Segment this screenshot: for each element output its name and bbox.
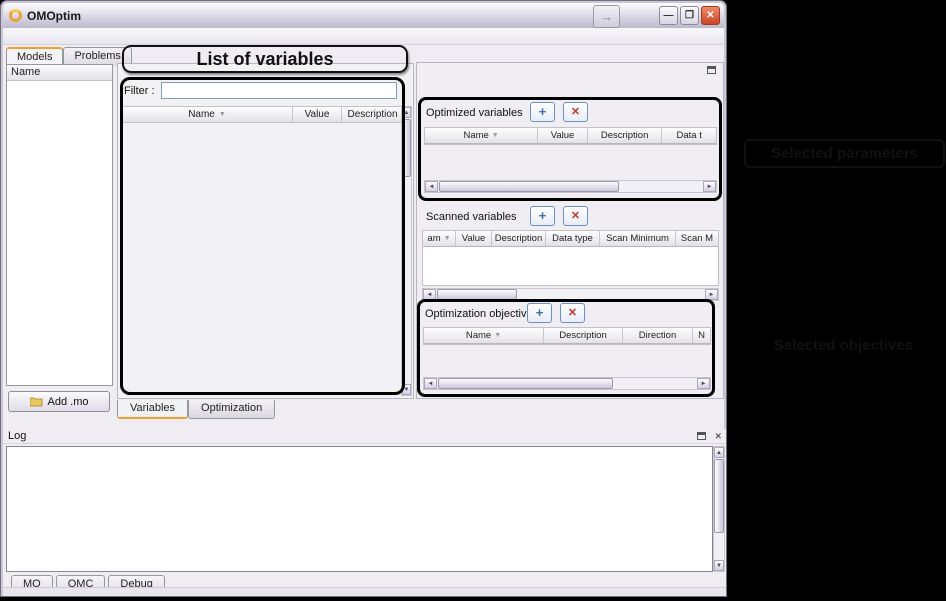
log-panel: Log ✕ ▲ ▼ MO OMC Debug [3, 429, 726, 587]
col-header-direction[interactable]: Direction [623, 328, 693, 343]
scroll-thumb[interactable] [402, 119, 411, 177]
scroll-right-icon[interactable]: ► [703, 181, 716, 192]
selected-parameters-label: Selected parameters [744, 139, 945, 168]
tab-variables[interactable]: Variables [117, 400, 188, 419]
callout-connector [263, 73, 266, 80]
list-of-variables-callout: List of variables [122, 45, 408, 73]
log-vertical-scrollbar[interactable]: ▲ ▼ [713, 446, 725, 572]
scanned-variables-table: am▼ Value Description Data type Scan Min… [422, 230, 719, 286]
sort-arrow-icon: ▼ [494, 330, 501, 341]
scroll-left-icon[interactable]: ◄ [425, 181, 438, 192]
title-bar[interactable]: OMOptim → — ❐ ✕ [3, 3, 724, 28]
omoptim-app-icon [9, 9, 22, 22]
filter-label: Filter : [124, 85, 155, 97]
sort-arrow-icon: ▼ [444, 233, 451, 244]
col-header-value[interactable]: Value [456, 231, 492, 246]
scanned-variables-title: Scanned variables [426, 211, 517, 223]
col-header-name[interactable]: Name▼ [122, 107, 293, 122]
variables-vertical-scrollbar[interactable]: ▲ ▼ [401, 106, 412, 396]
scroll-left-icon[interactable]: ◄ [424, 378, 437, 389]
col-header-scan-minimum[interactable]: Scan Minimum [600, 231, 676, 246]
log-title: Log [8, 430, 26, 442]
list-of-variables-highlight [120, 77, 405, 395]
optimization-objectives-table: Name▼ Description Direction N [423, 327, 711, 345]
optimized-variables-table: Name▼ Value Description Data t [424, 127, 717, 145]
omoptim-window: OMOptim → — ❐ ✕ Models Problems Name Add… [0, 0, 727, 597]
scanned-remove-button[interactable]: ✕ [563, 206, 588, 226]
objectives-h-scrollbar[interactable]: ◄ ► [423, 377, 711, 390]
log-text-area[interactable] [6, 446, 713, 572]
model-tree-panel: Name [6, 64, 113, 386]
col-header-datatype[interactable]: Data t [662, 128, 716, 143]
scroll-thumb[interactable] [439, 181, 619, 192]
close-log-icon[interactable]: ✕ [714, 431, 722, 442]
col-header-description[interactable]: Description [492, 231, 546, 246]
optimization-objectives-title: Optimization objectives [425, 308, 538, 320]
objectives-remove-button[interactable]: ✕ [560, 303, 585, 323]
add-mo-button[interactable]: Add .mo [8, 391, 110, 412]
col-header-description[interactable]: Description [588, 128, 662, 143]
model-tree [7, 81, 112, 83]
sort-arrow-icon: ▼ [492, 130, 499, 141]
objectives-add-button[interactable]: + [527, 303, 552, 323]
col-header-value[interactable]: Value [293, 107, 342, 122]
col-header-datatype[interactable]: Data type [546, 231, 600, 246]
scroll-right-icon[interactable]: ► [697, 378, 710, 389]
scroll-right-icon[interactable]: ► [705, 289, 718, 300]
menu-bar [3, 28, 724, 45]
col-header-description[interactable]: Description [544, 328, 623, 343]
col-header-description[interactable]: Description [342, 107, 403, 122]
problem-panel: Optimized variables + ✕ Name▼ Value Desc… [416, 62, 724, 399]
scroll-down-icon[interactable]: ▼ [714, 560, 724, 571]
maximize-button[interactable]: ❐ [680, 6, 699, 25]
optimized-remove-button[interactable]: ✕ [563, 102, 588, 122]
float-panel-icon[interactable] [707, 66, 716, 74]
window-title: OMOptim [27, 9, 81, 23]
sort-arrow-icon: ▼ [219, 109, 226, 120]
variables-tab-page: Filter : Name▼ Value Description ▲ ▼ [117, 63, 414, 399]
scroll-up-icon[interactable]: ▲ [714, 447, 724, 458]
status-strip [3, 587, 726, 596]
forward-arrow-icon[interactable]: → [593, 5, 620, 28]
scanned-h-scrollbar[interactable]: ◄ ► [422, 288, 719, 301]
col-header-name[interactable]: Name▼ [424, 328, 544, 343]
col-header-name[interactable]: Name▼ [425, 128, 538, 143]
variables-table: Name▼ Value Description [121, 106, 404, 123]
scroll-thumb[interactable] [714, 459, 724, 533]
scanned-add-button[interactable]: + [530, 206, 555, 226]
optimized-h-scrollbar[interactable]: ◄ ► [424, 180, 717, 193]
col-header-name[interactable]: am▼ [423, 231, 456, 246]
close-button[interactable]: ✕ [701, 6, 720, 25]
scroll-thumb[interactable] [437, 289, 517, 300]
col-header-value[interactable]: Value [538, 128, 588, 143]
scroll-down-icon[interactable]: ▼ [402, 384, 411, 395]
scroll-left-icon[interactable]: ◄ [423, 289, 436, 300]
folder-icon [30, 396, 43, 407]
col-header-n[interactable]: N [693, 328, 710, 343]
selected-objectives-label: Selected objectives [742, 329, 945, 361]
scroll-up-icon[interactable]: ▲ [402, 107, 411, 118]
optimized-variables-title: Optimized variables [426, 107, 523, 119]
scroll-thumb[interactable] [438, 378, 613, 389]
optimized-add-button[interactable]: + [530, 102, 555, 122]
tree-name-header[interactable]: Name [7, 65, 112, 81]
float-log-icon[interactable] [697, 432, 706, 440]
tab-optimization[interactable]: Optimization [188, 400, 275, 419]
filter-input[interactable] [161, 82, 397, 99]
minimize-button[interactable]: — [659, 6, 678, 25]
center-bottom-tabs: Variables Optimization [117, 400, 275, 419]
col-header-scan-maximum[interactable]: Scan M [676, 231, 718, 246]
